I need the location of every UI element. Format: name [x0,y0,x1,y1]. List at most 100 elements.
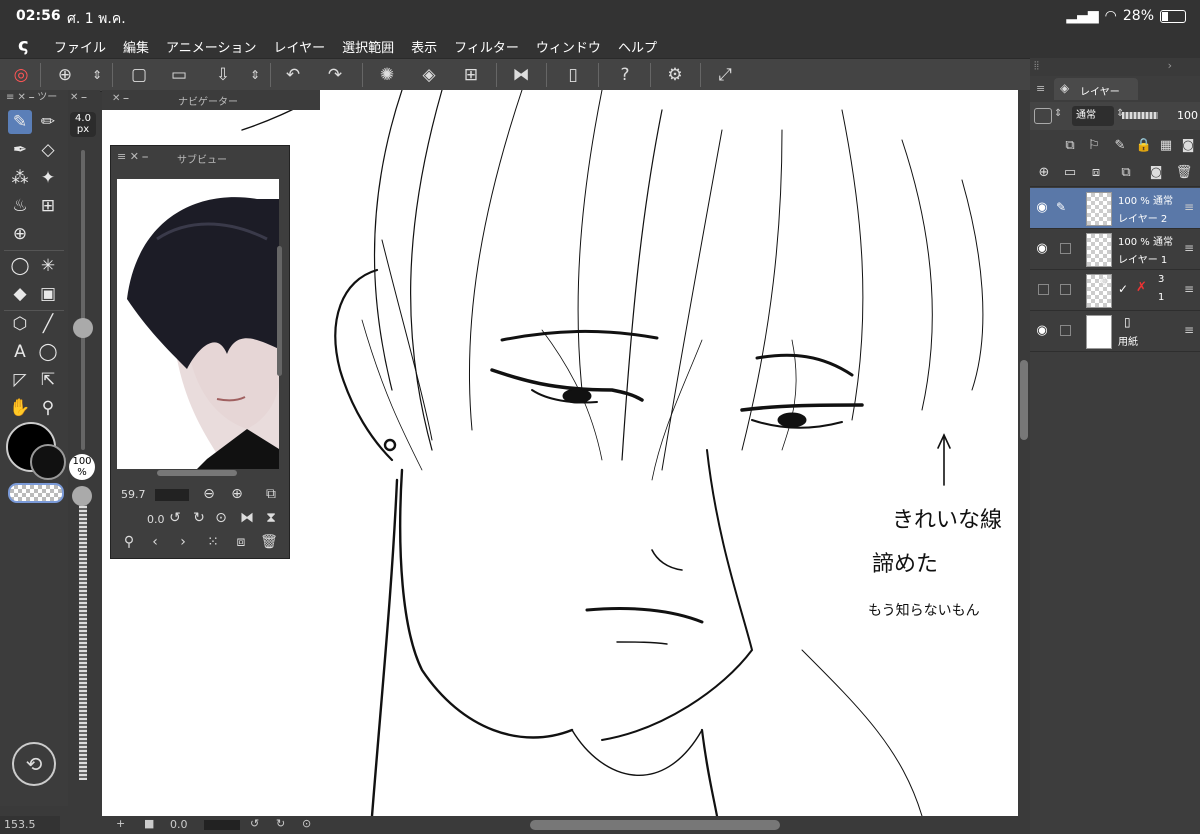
fill-tool-icon[interactable]: ◆ [8,282,32,306]
layer-opacity-slider[interactable] [1122,112,1158,119]
undo-icon[interactable]: ↶ [280,62,306,88]
line-tool-icon[interactable]: ╱ [36,312,60,336]
visibility-eye-icon[interactable]: ◉ [1034,200,1050,216]
pen-tool-icon[interactable]: ✎ [8,110,32,134]
flip-icon[interactable]: ⧓ [508,62,534,88]
stepper-icon[interactable]: ⇕ [1054,108,1062,119]
menu-file[interactable]: ファイル [54,37,106,56]
duplicate-layer-icon[interactable]: ⧉ [1116,162,1136,182]
rotate-left-small-icon[interactable]: ↺ [250,817,259,830]
delete-image-icon[interactable]: 🗑 [259,532,279,552]
device-icon[interactable]: ▯ [560,62,586,88]
import-image-icon[interactable]: ⧈ [231,532,251,552]
menu-view[interactable]: 表示 [411,37,437,56]
merge-down-icon[interactable]: ⧈ [1086,162,1106,182]
gradient-tool-icon[interactable]: ▣ [36,282,60,306]
visibility-eye-icon[interactable]: ◉ [1034,323,1050,339]
layer-row-paper[interactable]: ◉ ▯ 用紙 ≡ [1030,311,1200,352]
zoom-in-small-icon[interactable]: + [116,817,125,830]
lock-icon[interactable]: 🔒 [1134,135,1154,155]
rotate-canvas-icon[interactable]: ⟲ [12,742,56,786]
layer-mask-icon[interactable]: ◙ [1146,162,1166,182]
eyedropper-icon[interactable]: ⚲ [119,532,139,552]
visibility-eye-icon[interactable]: ◉ [1034,241,1050,257]
flip-horizontal-icon[interactable]: ⧓ [237,508,257,528]
brush-size-slider-knob[interactable] [73,318,93,338]
stop-icon[interactable]: ■ [144,817,154,830]
visibility-checkbox[interactable] [1038,284,1049,295]
layer-menu-icon[interactable]: ≡ [1184,282,1194,296]
new-file-icon[interactable]: ▢ [126,62,152,88]
lock-transparency-icon[interactable]: ▦ [1156,135,1176,155]
reference-image[interactable] [117,179,279,469]
layer-row-hidden[interactable]: ◈ ✓ ✗ 3 1 ≡ [1030,270,1200,311]
eraser-tool-icon[interactable]: ◇ [36,138,60,162]
hand-tool-icon[interactable]: ✋ [8,396,32,420]
canvas-vscrollbar[interactable] [1018,90,1030,816]
menu-edit[interactable]: 編集 [123,37,149,56]
navigator-controls[interactable]: ✕ ⎯ [112,93,129,104]
subview-scrollbar[interactable] [157,470,237,476]
menu-help[interactable]: ヘルプ [618,37,657,56]
layer-row-layer2[interactable]: ◉ ✎ 100 % 通常 レイヤー 2 ≡ [1030,188,1200,229]
brush-tool-icon[interactable]: ✒ [8,138,32,162]
rotate-left-icon[interactable]: ↺ [165,508,185,528]
import-icon[interactable]: ⊕ [52,62,78,88]
save-icon[interactable]: ⇩ [210,62,236,88]
transform-icon[interactable]: ⊞ [458,62,484,88]
fullscreen-icon[interactable]: ⤢ [712,62,738,88]
bottom-rotation-slider[interactable] [204,820,240,830]
layer-menu-icon[interactable]: ≡ [1184,241,1194,255]
fill-icon[interactable]: ◈ [416,62,442,88]
panel-grip-icon[interactable]: ⦙⦙ [1034,59,1039,73]
layer-menu-icon[interactable]: ≡ [1184,200,1194,214]
brush-size-slider-track[interactable] [81,150,85,450]
ruler-tool-icon[interactable]: ⇱ [36,368,60,392]
reference-icon[interactable]: ⚐ [1084,135,1104,155]
panel-expand-icon[interactable]: › [1168,59,1172,72]
flip-vertical-icon[interactable]: ⧗ [261,508,281,528]
subview-vscrollbar[interactable] [277,246,282,376]
zoom-in-icon[interactable]: ⊕ [227,484,247,504]
layer-tab[interactable]: ◈ レイヤー [1054,78,1138,100]
delete-layer-icon[interactable]: 🗑 [1174,162,1194,182]
clip-icon[interactable]: ⧉ [1060,135,1080,155]
app-logo-icon[interactable]: ς [18,36,40,56]
decoration-tool-icon[interactable]: ⁂ [8,166,32,190]
balloon-tool-icon[interactable]: ◯ [36,340,60,364]
panel-menu-icon[interactable]: ≡ [1036,82,1045,95]
layer-checkbox[interactable] [1060,243,1071,254]
next-image-icon[interactable]: › [173,532,193,552]
menu-window[interactable]: ウィンドウ [536,37,601,56]
rotate-right-icon[interactable]: ↻ [189,508,209,528]
sub-color-swatch[interactable] [30,444,66,480]
prev-image-icon[interactable]: ‹ [145,532,165,552]
help-icon[interactable]: ? [612,62,638,88]
menu-filter[interactable]: フィルター [454,37,519,56]
clear-icon[interactable]: ✺ [374,62,400,88]
transparent-color-swatch[interactable] [8,483,64,503]
layer-menu-icon[interactable]: ≡ [1184,323,1194,337]
stepper-icon[interactable]: ⇕ [242,62,268,88]
zoom-out-icon[interactable]: ⊖ [199,484,219,504]
pencil-tool-icon[interactable]: ✏ [36,110,60,134]
opacity-slider-knob[interactable] [72,486,92,506]
open-folder-icon[interactable]: ▭ [166,62,192,88]
image-list-icon[interactable]: ⁙ [203,532,223,552]
opacity-slider-track[interactable] [79,490,87,780]
canvas-vscroll-thumb[interactable] [1020,360,1028,440]
settings-icon[interactable]: ⚙ [662,62,688,88]
new-layer-icon[interactable]: ⊕ [1034,162,1054,182]
subview-zoom-slider[interactable] [155,489,189,501]
frame-tool-icon[interactable]: ◸ [8,368,32,392]
lasso-tool-icon[interactable]: ◯ [8,254,32,278]
draft-icon[interactable]: ✎ [1110,135,1130,155]
magic-wand-icon[interactable]: ✳ [36,254,60,278]
stepper-icon[interactable]: ⇕ [84,62,110,88]
grid-tool-icon[interactable]: ⊞ [36,194,60,218]
rotate-right-small-icon[interactable]: ↻ [276,817,285,830]
object-tool-icon[interactable]: ⬡ [8,312,32,336]
eyedropper-tool-icon[interactable]: ⚲ [36,396,60,420]
menu-animation[interactable]: アニメーション [166,37,256,56]
blend-mode-select[interactable]: 通常 [1072,106,1114,126]
